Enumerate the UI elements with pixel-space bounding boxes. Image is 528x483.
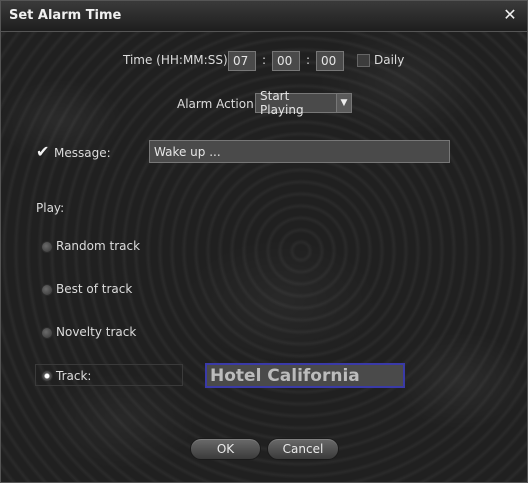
minutes-field[interactable]: 00 bbox=[272, 51, 300, 71]
best-of-track-label: Best of track bbox=[56, 282, 133, 296]
seconds-field[interactable]: 00 bbox=[316, 51, 344, 71]
close-icon[interactable]: ✕ bbox=[501, 6, 519, 24]
track-radio[interactable] bbox=[41, 370, 53, 382]
time-separator: : bbox=[306, 53, 311, 67]
chevron-down-icon[interactable]: ▼ bbox=[336, 94, 351, 112]
window-title: Set Alarm Time bbox=[9, 8, 122, 23]
time-separator: : bbox=[262, 53, 267, 67]
hours-field[interactable]: 07 bbox=[228, 51, 256, 71]
novelty-track-radio[interactable] bbox=[41, 327, 53, 339]
daily-checkbox[interactable] bbox=[357, 54, 370, 67]
play-label: Play: bbox=[36, 201, 65, 215]
alarm-action-value: Start Playing bbox=[260, 89, 304, 117]
message-label: Message: bbox=[54, 146, 111, 160]
set-alarm-dialog: Set Alarm Time ✕ Time (HH:MM:SS) 07 : 00… bbox=[0, 0, 528, 483]
alarm-action-select[interactable]: Start Playing ▼ bbox=[255, 89, 352, 117]
track-input[interactable]: Hotel California bbox=[205, 363, 405, 388]
message-checkbox[interactable]: ✔ bbox=[36, 144, 49, 160]
best-of-track-radio[interactable] bbox=[41, 284, 53, 296]
cancel-button[interactable]: Cancel bbox=[267, 438, 339, 460]
time-label: Time (HH:MM:SS) bbox=[123, 53, 228, 67]
title-bar[interactable]: Set Alarm Time ✕ bbox=[1, 1, 527, 32]
novelty-track-label: Novelty track bbox=[56, 325, 137, 339]
alarm-action-label: Alarm Action bbox=[177, 97, 254, 111]
random-track-label: Random track bbox=[56, 239, 141, 253]
message-input[interactable]: Wake up ... bbox=[149, 140, 450, 163]
daily-label: Daily bbox=[374, 53, 405, 67]
track-label: Track: bbox=[56, 369, 92, 383]
random-track-radio[interactable] bbox=[41, 241, 53, 253]
ok-button[interactable]: OK bbox=[190, 438, 261, 460]
